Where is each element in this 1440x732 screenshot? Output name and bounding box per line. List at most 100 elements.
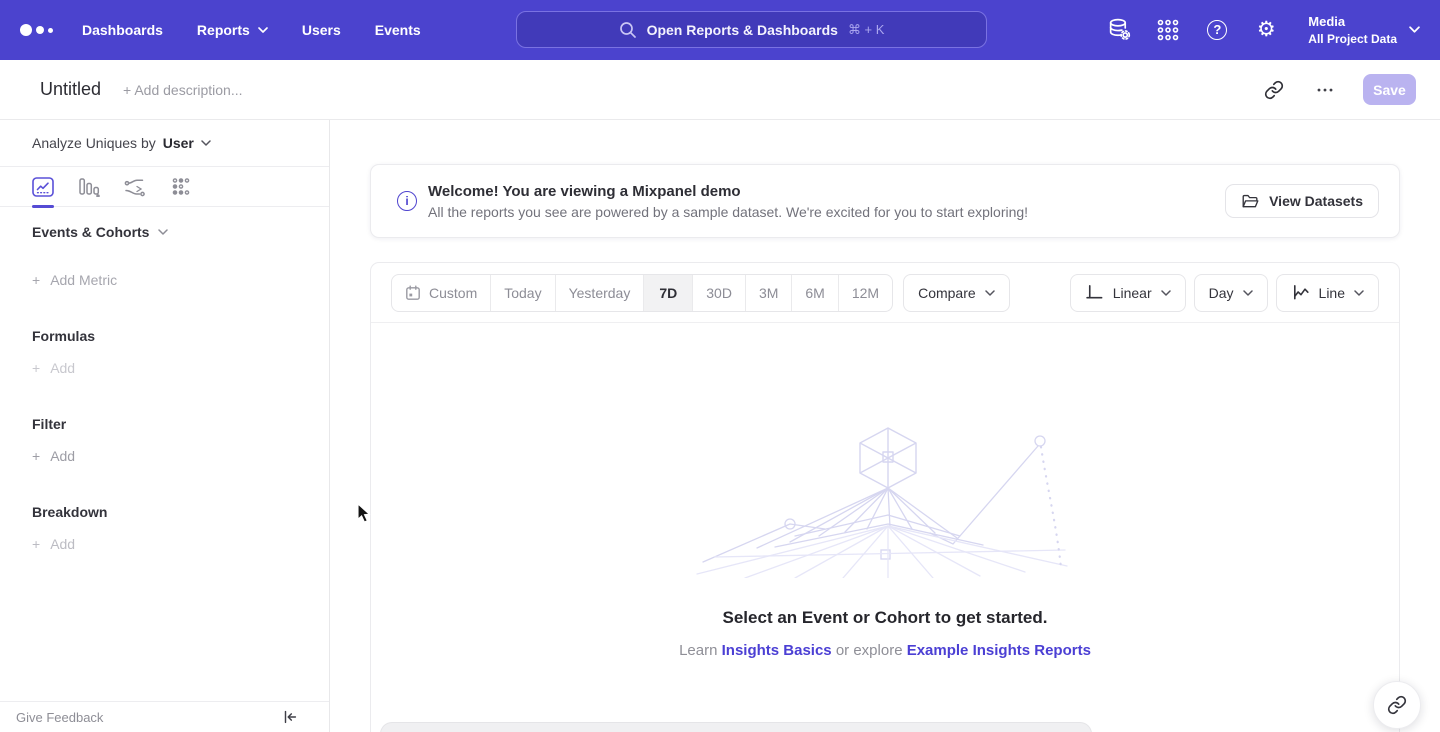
report-card: Custom Today Yesterday 7D 30D 3M 6M 12M … [370, 262, 1400, 732]
nav-events[interactable]: Events [375, 22, 421, 38]
view-datasets-label: View Datasets [1269, 193, 1363, 209]
mixpanel-logo[interactable] [20, 24, 64, 36]
tab-retention[interactable] [170, 167, 192, 207]
add-filter-button[interactable]: + Add [32, 448, 75, 464]
date-range-segmented-control: Custom Today Yesterday 7D 30D 3M 6M 12M [391, 274, 893, 312]
chevron-down-icon [1161, 290, 1171, 296]
chevron-down-icon [158, 229, 168, 235]
logo-dot [48, 28, 53, 33]
info-icon: i [397, 191, 417, 211]
top-nav: Dashboards Reports Users Events Open Rep… [0, 0, 1440, 60]
primary-nav: Dashboards Reports Users Events [82, 22, 421, 38]
tab-bar-chart[interactable] [78, 167, 100, 207]
help-glyph: ? [1213, 22, 1221, 37]
plus-icon: + [32, 536, 40, 552]
content: Analyze Uniques by User [0, 120, 1440, 732]
analyze-unit-dropdown[interactable]: User [163, 135, 211, 151]
add-breakdown-label: Add [50, 536, 75, 552]
granularity-dropdown[interactable]: Day [1194, 274, 1268, 312]
save-button[interactable]: Save [1363, 74, 1416, 105]
chevron-down-icon [1243, 290, 1253, 296]
data-management-button[interactable] [1106, 17, 1132, 43]
chart-type-dropdown[interactable]: Line [1276, 274, 1379, 312]
nav-right-group: ? ⚙ Media All Project Data [1106, 13, 1420, 47]
give-feedback-link[interactable]: Give Feedback [16, 710, 103, 725]
add-filter-label: Add [50, 448, 75, 464]
nav-dashboards-label: Dashboards [82, 22, 163, 38]
folder-icon [1241, 192, 1260, 211]
ellipsis-icon [1316, 81, 1334, 99]
range-label: Yesterday [569, 285, 631, 301]
nav-reports[interactable]: Reports [197, 22, 268, 38]
apps-grid-icon [1156, 18, 1180, 42]
tab-insights-linechart[interactable] [32, 167, 54, 207]
search-shortcut: ⌘ + K [848, 22, 885, 38]
range-3m[interactable]: 3M [745, 275, 791, 311]
linear-axis-icon [1085, 283, 1104, 302]
chevron-down-icon [201, 140, 211, 146]
add-metric-button[interactable]: + Add Metric [32, 272, 117, 288]
nav-users[interactable]: Users [302, 22, 341, 38]
search-icon [619, 21, 637, 39]
database-gear-icon [1107, 17, 1132, 42]
view-datasets-button[interactable]: View Datasets [1225, 184, 1379, 218]
tab-flow[interactable] [124, 167, 146, 207]
line-chart-icon [1291, 283, 1310, 302]
compare-dropdown[interactable]: Compare [903, 274, 1010, 312]
project-text: Media All Project Data [1308, 13, 1397, 47]
learn-prefix: Learn [679, 642, 717, 659]
retention-tab-icon [170, 177, 192, 197]
granularity-label: Day [1209, 285, 1234, 301]
insights-basics-link[interactable]: Insights Basics [722, 642, 832, 659]
events-cohorts-header[interactable]: Events & Cohorts [32, 224, 168, 240]
add-formula-button[interactable]: + Add [32, 360, 75, 376]
example-reports-link[interactable]: Example Insights Reports [907, 642, 1091, 659]
banner-title: Welcome! You are viewing a Mixpanel demo [428, 183, 1028, 200]
project-selector[interactable]: Media All Project Data [1308, 13, 1420, 47]
settings-button[interactable]: ⚙ [1253, 17, 1279, 43]
analyze-row: Analyze Uniques by User [0, 120, 329, 167]
formulas-header: Formulas [32, 328, 95, 344]
analyze-prefix-label: Analyze Uniques by [32, 135, 156, 151]
breakdown-header: Breakdown [32, 504, 107, 520]
logo-dot [36, 26, 44, 34]
copy-link-button[interactable] [1261, 77, 1287, 103]
range-30d[interactable]: 30D [692, 275, 745, 311]
report-actions: Save [1261, 74, 1416, 105]
range-today[interactable]: Today [490, 275, 554, 311]
range-label: 30D [706, 285, 732, 301]
range-12m[interactable]: 12M [838, 275, 892, 311]
sidebar-footer: Give Feedback [0, 701, 329, 732]
bottom-panel-handle[interactable] [380, 722, 1092, 732]
range-custom[interactable]: Custom [392, 275, 490, 311]
report-description-placeholder[interactable]: + Add description... [123, 82, 242, 98]
project-name: Media [1308, 13, 1397, 31]
help-button[interactable]: ? [1204, 17, 1230, 43]
banner-text: Welcome! You are viewing a Mixpanel demo… [428, 183, 1028, 220]
range-7d-selected[interactable]: 7D [643, 275, 692, 311]
empty-state-title: Select an Event or Cohort to get started… [723, 608, 1048, 628]
project-scope: All Project Data [1308, 31, 1397, 47]
formulas-label: Formulas [32, 328, 95, 344]
chevron-down-icon [985, 290, 995, 296]
share-link-fab[interactable] [1373, 681, 1421, 729]
compare-label: Compare [918, 285, 976, 301]
range-label: 3M [759, 285, 778, 301]
learn-middle: or explore [836, 642, 903, 659]
nav-reports-label: Reports [197, 22, 250, 38]
collapse-sidebar-button[interactable] [277, 704, 303, 730]
link-icon [1387, 695, 1407, 715]
add-breakdown-button[interactable]: + Add [32, 536, 75, 552]
range-6m[interactable]: 6M [791, 275, 837, 311]
report-title[interactable]: Untitled [40, 79, 101, 100]
analyze-unit-value: User [163, 135, 194, 151]
scale-dropdown[interactable]: Linear [1070, 274, 1186, 312]
range-yesterday[interactable]: Yesterday [555, 275, 644, 311]
link-icon [1264, 80, 1284, 100]
global-search[interactable]: Open Reports & Dashboards ⌘ + K [516, 11, 987, 48]
nav-dashboards[interactable]: Dashboards [82, 22, 163, 38]
more-options-button[interactable] [1312, 77, 1338, 103]
filter-label: Filter [32, 416, 66, 432]
bar-chart-tab-icon [78, 177, 100, 197]
apps-grid-button[interactable] [1155, 17, 1181, 43]
